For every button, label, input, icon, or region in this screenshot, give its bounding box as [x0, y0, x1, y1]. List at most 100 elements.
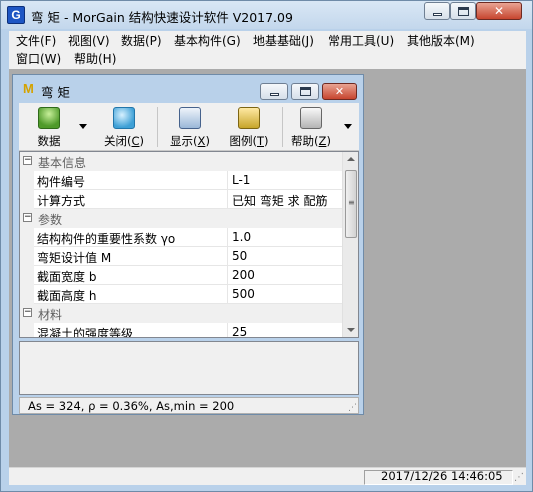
- property-value[interactable]: L-1: [232, 173, 250, 187]
- scroll-up-icon[interactable]: [347, 157, 355, 161]
- status-bar: 2017/12/26 14:46:05 ⋰: [9, 467, 526, 485]
- property-name: 混凝土的强度等级: [37, 327, 134, 338]
- property-row[interactable]: 结构构件的重要性系数 γo 1.0: [20, 228, 342, 247]
- category-materials[interactable]: − 材料: [20, 304, 342, 323]
- column-divider: [227, 171, 228, 190]
- child-maximize-button[interactable]: [291, 83, 319, 100]
- close-button[interactable]: ✕: [476, 2, 522, 20]
- resize-grip-icon[interactable]: ⋰: [512, 472, 524, 484]
- row-gutter: [20, 190, 34, 209]
- show-button[interactable]: 显示(X): [163, 103, 217, 151]
- property-row[interactable]: 计算方式 已知 弯矩 求 配筋: [20, 190, 342, 209]
- property-value[interactable]: 50: [232, 249, 247, 263]
- data-button[interactable]: 数据: [27, 103, 71, 151]
- menu-basic-components[interactable]: 基本构件(G): [172, 32, 243, 50]
- menu-data[interactable]: 数据(P): [119, 32, 164, 50]
- menu-other-versions[interactable]: 其他版本(M): [405, 32, 477, 50]
- maximize-icon: [458, 7, 469, 16]
- property-row[interactable]: 截面高度 h 500: [20, 285, 342, 304]
- help-button[interactable]: 帮助(Z): [285, 103, 337, 151]
- resize-grip-icon[interactable]: ⋰: [348, 403, 357, 413]
- menu-foundation[interactable]: 地基基础(J): [251, 32, 316, 50]
- child-close-button[interactable]: ✕: [322, 83, 357, 100]
- collapse-icon[interactable]: −: [23, 308, 32, 317]
- minimize-icon: [270, 93, 279, 96]
- legend-tool-label: 图例(T): [229, 134, 269, 148]
- data-button-label: 数据: [37, 134, 61, 148]
- property-value[interactable]: 25: [232, 325, 247, 337]
- row-gutter: [20, 228, 34, 247]
- child-minimize-button[interactable]: [260, 83, 288, 100]
- column-divider: [227, 266, 228, 285]
- close-icon: ✕: [493, 4, 505, 18]
- title-bar[interactable]: G 弯 矩 - MorGain 结构快速设计软件 V2017.09 ✕: [1, 1, 532, 29]
- close-panel-icon: [113, 107, 135, 129]
- minimize-button[interactable]: [424, 2, 450, 20]
- property-grid: − 基本信息 构件编号 L-1 计算方式 已知 弯矩 求 配筋 − 参数 结构构…: [19, 151, 359, 338]
- property-name: 结构构件的重要性系数 γo: [37, 232, 176, 246]
- property-value[interactable]: 1.0: [232, 230, 251, 244]
- property-value[interactable]: 已知 弯矩 求 配筋: [232, 192, 327, 209]
- help-dropdown-arrow-icon[interactable]: [344, 124, 352, 129]
- menu-tools[interactable]: 常用工具(U): [326, 32, 396, 50]
- property-row[interactable]: 截面宽度 b 200: [20, 266, 342, 285]
- child-window-title: 弯 矩: [41, 85, 70, 100]
- child-title-bar[interactable]: M 弯 矩 ✕: [13, 75, 363, 103]
- window-title: 弯 矩 - MorGain 结构快速设计软件 V2017.09: [31, 10, 293, 25]
- property-row[interactable]: 构件编号 L-1: [20, 171, 342, 190]
- menu-window[interactable]: 窗口(W): [14, 50, 63, 68]
- child-app-icon[interactable]: M: [23, 81, 34, 96]
- property-row[interactable]: 混凝土的强度等级 25: [20, 323, 342, 338]
- category-label: 材料: [38, 308, 63, 322]
- property-value[interactable]: 200: [232, 268, 255, 282]
- row-gutter: [20, 171, 34, 190]
- menu-file[interactable]: 文件(F): [14, 32, 58, 50]
- toolbar: 数据 关闭(C) 显示(X) 图例(T) 帮助(Z): [19, 103, 359, 151]
- category-label: 参数: [38, 213, 63, 227]
- row-gutter: [20, 285, 34, 304]
- menu-view[interactable]: 视图(V): [66, 32, 112, 50]
- property-name: 截面高度 h: [37, 289, 97, 303]
- close-tool-label: 关闭(C): [103, 134, 145, 148]
- database-icon: [38, 107, 60, 129]
- main-window: G 弯 矩 - MorGain 结构快速设计软件 V2017.09 ✕ 文件(F…: [0, 0, 533, 492]
- row-gutter: [20, 266, 34, 285]
- vertical-scrollbar[interactable]: ≡: [342, 152, 358, 337]
- scroll-thumb[interactable]: ≡: [345, 170, 357, 238]
- column-divider: [227, 190, 228, 209]
- category-basic-info[interactable]: − 基本信息: [20, 152, 342, 171]
- menu-bar: 文件(F) 视图(V) 数据(P) 基本构件(G) 地基基础(J) 常用工具(U…: [9, 31, 526, 69]
- property-value[interactable]: 500: [232, 287, 255, 301]
- maximize-button[interactable]: [450, 2, 476, 20]
- property-name: 截面宽度 b: [37, 270, 97, 284]
- scroll-down-icon[interactable]: [347, 328, 355, 332]
- legend-icon: [238, 107, 260, 129]
- legend-button[interactable]: 图例(T): [222, 103, 276, 151]
- category-parameters[interactable]: − 参数: [20, 209, 342, 228]
- property-name: 弯矩设计值 M: [37, 251, 112, 265]
- collapse-icon[interactable]: −: [23, 156, 32, 165]
- close-button-tool[interactable]: 关闭(C): [97, 103, 151, 151]
- moment-child-window: M 弯 矩 ✕ 数据 关闭(C) 显示(X) 图例(T) 帮助(Z) − 基本信…: [12, 74, 364, 415]
- close-icon: ✕: [334, 85, 345, 98]
- description-panel: [19, 341, 359, 395]
- property-name: 计算方式: [37, 194, 86, 208]
- category-label: 基本信息: [38, 156, 87, 170]
- grip-icon: ≡: [348, 198, 355, 207]
- row-gutter: [20, 323, 34, 337]
- minimize-icon: [433, 13, 442, 16]
- help-tool-label: 帮助(Z): [291, 134, 331, 148]
- help-book-icon: [300, 107, 322, 129]
- result-bar: As = 324, ρ = 0.36%, As,min = 200 ⋰: [19, 397, 359, 414]
- toolbar-separator: [282, 107, 283, 147]
- toolbar-separator: [157, 107, 158, 147]
- app-icon[interactable]: G: [7, 6, 25, 24]
- menu-help[interactable]: 帮助(H): [72, 50, 118, 68]
- collapse-icon[interactable]: −: [23, 213, 32, 222]
- data-dropdown-arrow-icon[interactable]: [79, 124, 87, 129]
- property-name: 构件编号: [37, 175, 86, 189]
- property-row[interactable]: 弯矩设计值 M 50: [20, 247, 342, 266]
- column-divider: [227, 323, 228, 337]
- result-text: As = 324, ρ = 0.36%, As,min = 200: [28, 399, 235, 413]
- column-divider: [227, 247, 228, 266]
